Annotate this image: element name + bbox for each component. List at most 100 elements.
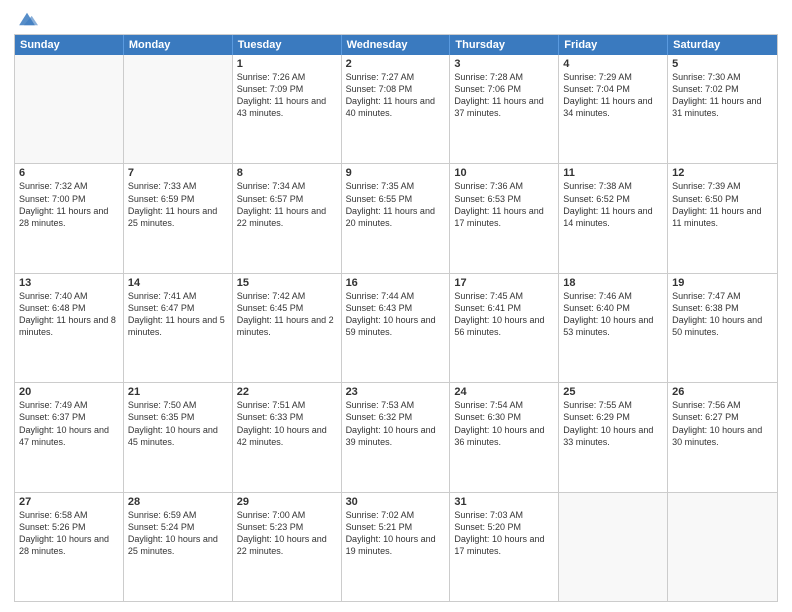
day-cell-24: 24Sunrise: 7:54 AM Sunset: 6:30 PM Dayli…: [450, 383, 559, 491]
day-number: 24: [454, 386, 554, 398]
day-info: Sunrise: 7:00 AM Sunset: 5:23 PM Dayligh…: [237, 509, 337, 558]
day-number: 9: [346, 167, 446, 179]
day-number: 14: [128, 277, 228, 289]
empty-cell: [668, 493, 777, 601]
day-header-thursday: Thursday: [450, 35, 559, 55]
empty-cell: [124, 55, 233, 163]
day-header-sunday: Sunday: [15, 35, 124, 55]
day-info: Sunrise: 7:49 AM Sunset: 6:37 PM Dayligh…: [19, 399, 119, 448]
day-info: Sunrise: 7:38 AM Sunset: 6:52 PM Dayligh…: [563, 180, 663, 229]
day-cell-15: 15Sunrise: 7:42 AM Sunset: 6:45 PM Dayli…: [233, 274, 342, 382]
day-info: Sunrise: 7:50 AM Sunset: 6:35 PM Dayligh…: [128, 399, 228, 448]
day-number: 11: [563, 167, 663, 179]
logo-icon: [16, 10, 38, 28]
day-header-wednesday: Wednesday: [342, 35, 451, 55]
day-info: Sunrise: 7:55 AM Sunset: 6:29 PM Dayligh…: [563, 399, 663, 448]
day-info: Sunrise: 6:58 AM Sunset: 5:26 PM Dayligh…: [19, 509, 119, 558]
day-number: 21: [128, 386, 228, 398]
day-number: 29: [237, 496, 337, 508]
day-header-saturday: Saturday: [668, 35, 777, 55]
day-number: 15: [237, 277, 337, 289]
day-info: Sunrise: 7:33 AM Sunset: 6:59 PM Dayligh…: [128, 180, 228, 229]
day-cell-5: 5Sunrise: 7:30 AM Sunset: 7:02 PM Daylig…: [668, 55, 777, 163]
day-info: Sunrise: 7:54 AM Sunset: 6:30 PM Dayligh…: [454, 399, 554, 448]
day-cell-28: 28Sunrise: 6:59 AM Sunset: 5:24 PM Dayli…: [124, 493, 233, 601]
day-cell-10: 10Sunrise: 7:36 AM Sunset: 6:53 PM Dayli…: [450, 164, 559, 272]
day-cell-8: 8Sunrise: 7:34 AM Sunset: 6:57 PM Daylig…: [233, 164, 342, 272]
header: [14, 10, 778, 28]
day-number: 5: [672, 58, 773, 70]
day-info: Sunrise: 7:39 AM Sunset: 6:50 PM Dayligh…: [672, 180, 773, 229]
calendar-body: 1Sunrise: 7:26 AM Sunset: 7:09 PM Daylig…: [15, 55, 777, 601]
week-row-3: 13Sunrise: 7:40 AM Sunset: 6:48 PM Dayli…: [15, 273, 777, 382]
day-number: 25: [563, 386, 663, 398]
day-number: 3: [454, 58, 554, 70]
day-cell-16: 16Sunrise: 7:44 AM Sunset: 6:43 PM Dayli…: [342, 274, 451, 382]
day-cell-26: 26Sunrise: 7:56 AM Sunset: 6:27 PM Dayli…: [668, 383, 777, 491]
day-info: Sunrise: 6:59 AM Sunset: 5:24 PM Dayligh…: [128, 509, 228, 558]
day-number: 20: [19, 386, 119, 398]
day-number: 31: [454, 496, 554, 508]
day-number: 23: [346, 386, 446, 398]
day-cell-6: 6Sunrise: 7:32 AM Sunset: 7:00 PM Daylig…: [15, 164, 124, 272]
week-row-5: 27Sunrise: 6:58 AM Sunset: 5:26 PM Dayli…: [15, 492, 777, 601]
day-info: Sunrise: 7:29 AM Sunset: 7:04 PM Dayligh…: [563, 71, 663, 120]
day-number: 13: [19, 277, 119, 289]
page: SundayMondayTuesdayWednesdayThursdayFrid…: [0, 0, 792, 612]
day-header-friday: Friday: [559, 35, 668, 55]
day-info: Sunrise: 7:56 AM Sunset: 6:27 PM Dayligh…: [672, 399, 773, 448]
day-info: Sunrise: 7:32 AM Sunset: 7:00 PM Dayligh…: [19, 180, 119, 229]
day-cell-22: 22Sunrise: 7:51 AM Sunset: 6:33 PM Dayli…: [233, 383, 342, 491]
empty-cell: [15, 55, 124, 163]
day-info: Sunrise: 7:36 AM Sunset: 6:53 PM Dayligh…: [454, 180, 554, 229]
day-cell-23: 23Sunrise: 7:53 AM Sunset: 6:32 PM Dayli…: [342, 383, 451, 491]
day-info: Sunrise: 7:46 AM Sunset: 6:40 PM Dayligh…: [563, 290, 663, 339]
day-info: Sunrise: 7:34 AM Sunset: 6:57 PM Dayligh…: [237, 180, 337, 229]
day-cell-25: 25Sunrise: 7:55 AM Sunset: 6:29 PM Dayli…: [559, 383, 668, 491]
day-cell-1: 1Sunrise: 7:26 AM Sunset: 7:09 PM Daylig…: [233, 55, 342, 163]
day-info: Sunrise: 7:35 AM Sunset: 6:55 PM Dayligh…: [346, 180, 446, 229]
day-header-tuesday: Tuesday: [233, 35, 342, 55]
day-number: 17: [454, 277, 554, 289]
day-header-monday: Monday: [124, 35, 233, 55]
day-cell-29: 29Sunrise: 7:00 AM Sunset: 5:23 PM Dayli…: [233, 493, 342, 601]
day-info: Sunrise: 7:41 AM Sunset: 6:47 PM Dayligh…: [128, 290, 228, 339]
calendar: SundayMondayTuesdayWednesdayThursdayFrid…: [14, 34, 778, 602]
day-cell-18: 18Sunrise: 7:46 AM Sunset: 6:40 PM Dayli…: [559, 274, 668, 382]
day-cell-3: 3Sunrise: 7:28 AM Sunset: 7:06 PM Daylig…: [450, 55, 559, 163]
day-cell-30: 30Sunrise: 7:02 AM Sunset: 5:21 PM Dayli…: [342, 493, 451, 601]
day-cell-4: 4Sunrise: 7:29 AM Sunset: 7:04 PM Daylig…: [559, 55, 668, 163]
day-info: Sunrise: 7:45 AM Sunset: 6:41 PM Dayligh…: [454, 290, 554, 339]
day-info: Sunrise: 7:26 AM Sunset: 7:09 PM Dayligh…: [237, 71, 337, 120]
day-info: Sunrise: 7:42 AM Sunset: 6:45 PM Dayligh…: [237, 290, 337, 339]
calendar-header: SundayMondayTuesdayWednesdayThursdayFrid…: [15, 35, 777, 55]
day-number: 16: [346, 277, 446, 289]
week-row-2: 6Sunrise: 7:32 AM Sunset: 7:00 PM Daylig…: [15, 163, 777, 272]
day-info: Sunrise: 7:51 AM Sunset: 6:33 PM Dayligh…: [237, 399, 337, 448]
day-cell-7: 7Sunrise: 7:33 AM Sunset: 6:59 PM Daylig…: [124, 164, 233, 272]
day-info: Sunrise: 7:27 AM Sunset: 7:08 PM Dayligh…: [346, 71, 446, 120]
day-number: 12: [672, 167, 773, 179]
day-number: 26: [672, 386, 773, 398]
day-number: 2: [346, 58, 446, 70]
day-cell-12: 12Sunrise: 7:39 AM Sunset: 6:50 PM Dayli…: [668, 164, 777, 272]
day-cell-31: 31Sunrise: 7:03 AM Sunset: 5:20 PM Dayli…: [450, 493, 559, 601]
day-info: Sunrise: 7:53 AM Sunset: 6:32 PM Dayligh…: [346, 399, 446, 448]
day-number: 19: [672, 277, 773, 289]
day-info: Sunrise: 7:47 AM Sunset: 6:38 PM Dayligh…: [672, 290, 773, 339]
day-number: 8: [237, 167, 337, 179]
day-info: Sunrise: 7:02 AM Sunset: 5:21 PM Dayligh…: [346, 509, 446, 558]
day-number: 22: [237, 386, 337, 398]
day-cell-17: 17Sunrise: 7:45 AM Sunset: 6:41 PM Dayli…: [450, 274, 559, 382]
day-number: 10: [454, 167, 554, 179]
day-cell-13: 13Sunrise: 7:40 AM Sunset: 6:48 PM Dayli…: [15, 274, 124, 382]
logo: [14, 10, 38, 28]
day-info: Sunrise: 7:30 AM Sunset: 7:02 PM Dayligh…: [672, 71, 773, 120]
day-number: 18: [563, 277, 663, 289]
day-cell-2: 2Sunrise: 7:27 AM Sunset: 7:08 PM Daylig…: [342, 55, 451, 163]
day-cell-21: 21Sunrise: 7:50 AM Sunset: 6:35 PM Dayli…: [124, 383, 233, 491]
day-number: 28: [128, 496, 228, 508]
day-cell-20: 20Sunrise: 7:49 AM Sunset: 6:37 PM Dayli…: [15, 383, 124, 491]
day-info: Sunrise: 7:44 AM Sunset: 6:43 PM Dayligh…: [346, 290, 446, 339]
day-cell-9: 9Sunrise: 7:35 AM Sunset: 6:55 PM Daylig…: [342, 164, 451, 272]
